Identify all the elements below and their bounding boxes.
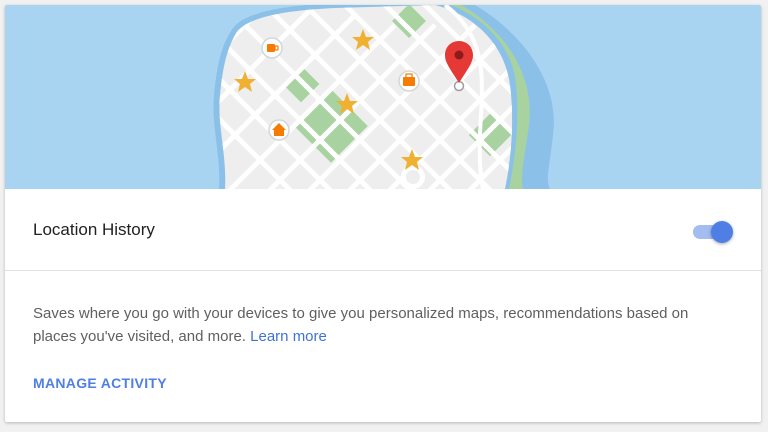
setting-title: Location History [33,220,155,239]
description-text: Saves where you go with your devices to … [33,305,689,345]
briefcase-icon [398,70,420,92]
location-history-toggle[interactable] [691,219,737,245]
map-illustration [5,5,761,189]
coffee-icon [261,37,283,59]
toggle-thumb [711,221,733,243]
roundabout-center [406,170,420,184]
home-icon [268,119,290,141]
manage-activity-button[interactable]: MANAGE ACTIVITY [33,375,167,391]
location-history-card: Location History Saves where you go with… [5,5,761,422]
learn-more-link[interactable]: Learn more [250,328,327,345]
location-history-row: Location History [5,189,761,271]
description: Saves where you go with your devices to … [33,302,723,348]
